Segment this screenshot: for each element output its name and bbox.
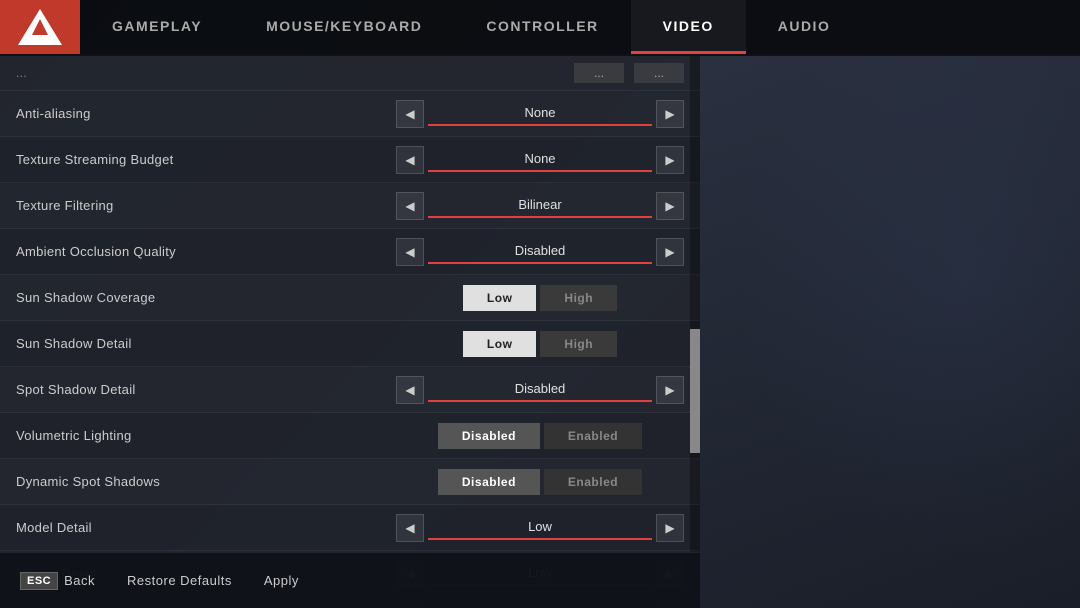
arrow-left-ambient-occlusion[interactable]: ◀ <box>396 238 424 266</box>
control-sun-shadow-detail: Low High <box>396 331 684 357</box>
label-texture-filtering: Texture Filtering <box>16 198 396 213</box>
label-ambient-occlusion: Ambient Occlusion Quality <box>16 244 396 259</box>
label-texture-streaming: Texture Streaming Budget <box>16 152 396 167</box>
control-sun-shadow-coverage: Low High <box>396 285 684 311</box>
btn-low-sun-shadow-coverage[interactable]: Low <box>463 285 537 311</box>
row-spot-shadow-detail: Spot Shadow Detail ◀ Disabled ▶ <box>0 367 700 413</box>
toggle-dynamic-spot-shadows: Disabled Enabled <box>438 469 642 495</box>
row-ambient-occlusion: Ambient Occlusion Quality ◀ Disabled ▶ <box>0 229 700 275</box>
btn-disabled-dynamic-spot-shadows[interactable]: Disabled <box>438 469 540 495</box>
value-texture-filtering: Bilinear <box>428 193 652 218</box>
apex-logo <box>0 0 80 54</box>
tab-mouse-keyboard[interactable]: MOUSE/KEYBOARD <box>234 0 454 54</box>
back-label: Back <box>64 573 95 588</box>
label-sun-shadow-detail: Sun Shadow Detail <box>16 336 396 351</box>
underline-ambient-occlusion <box>428 262 652 264</box>
restore-defaults-button[interactable]: Restore Defaults <box>127 573 232 588</box>
settings-panel: ... ... ... Anti-aliasing ◀ None ▶ <box>0 56 700 608</box>
scrollbar-thumb[interactable] <box>690 329 700 453</box>
label-anti-aliasing: Anti-aliasing <box>16 106 396 121</box>
arrow-left-spot-shadow-detail[interactable]: ◀ <box>396 376 424 404</box>
value-anti-aliasing: None <box>428 101 652 126</box>
arrow-right-model-detail[interactable]: ▶ <box>656 514 684 542</box>
btn-high-sun-shadow-coverage[interactable]: High <box>540 285 617 311</box>
control-ambient-occlusion: ◀ Disabled ▶ <box>396 238 684 266</box>
nav-bar: GAMEPLAY MOUSE/KEYBOARD CONTROLLER VIDEO… <box>0 0 1080 56</box>
underline-texture-filtering <box>428 216 652 218</box>
arrow-right-texture-streaming[interactable]: ▶ <box>656 146 684 174</box>
tab-video[interactable]: VIDEO <box>631 0 746 54</box>
value-ambient-occlusion: Disabled <box>428 239 652 264</box>
tab-audio[interactable]: AUDIO <box>746 0 863 54</box>
btn-low-sun-shadow-detail[interactable]: Low <box>463 331 537 357</box>
toggle-sun-shadow-detail: Low High <box>463 331 617 357</box>
row-volumetric-lighting: Volumetric Lighting Disabled Enabled <box>0 413 700 459</box>
label-dynamic-spot-shadows: Dynamic Spot Shadows <box>16 474 396 489</box>
main-content: ... ... ... Anti-aliasing ◀ None ▶ <box>0 56 1080 608</box>
value-model-detail: Low <box>428 515 652 540</box>
value-texture-streaming: None <box>428 147 652 172</box>
underline-spot-shadow-detail <box>428 400 652 402</box>
underline-texture-streaming <box>428 170 652 172</box>
scrollbar-track[interactable] <box>690 56 700 552</box>
esc-key-label: ESC <box>20 572 58 590</box>
label-spot-shadow-detail: Spot Shadow Detail <box>16 382 396 397</box>
row-sun-shadow-coverage: Sun Shadow Coverage Low High <box>0 275 700 321</box>
control-dynamic-spot-shadows: Disabled Enabled <box>396 469 684 495</box>
control-anti-aliasing: ◀ None ▶ <box>396 100 684 128</box>
underline-model-detail <box>428 538 652 540</box>
tab-controller[interactable]: CONTROLLER <box>454 0 630 54</box>
apply-label: Apply <box>264 573 299 588</box>
settings-list: ... ... ... Anti-aliasing ◀ None ▶ <box>0 56 700 608</box>
arrow-left-texture-filtering[interactable]: ◀ <box>396 192 424 220</box>
arrow-left-model-detail[interactable]: ◀ <box>396 514 424 542</box>
row-dynamic-spot-shadows: Dynamic Spot Shadows Disabled Enabled <box>0 459 700 505</box>
arrow-left-texture-streaming[interactable]: ◀ <box>396 146 424 174</box>
arrow-right-texture-filtering[interactable]: ▶ <box>656 192 684 220</box>
restore-label: Restore Defaults <box>127 573 232 588</box>
tab-gameplay[interactable]: GAMEPLAY <box>80 0 234 54</box>
back-button[interactable]: ESC Back <box>20 572 95 590</box>
partial-label: ... <box>16 66 396 80</box>
control-model-detail: ◀ Low ▶ <box>396 514 684 542</box>
underline-anti-aliasing <box>428 124 652 126</box>
row-texture-streaming: Texture Streaming Budget ◀ None ▶ <box>0 137 700 183</box>
arrow-right-ambient-occlusion[interactable]: ▶ <box>656 238 684 266</box>
nav-tabs: GAMEPLAY MOUSE/KEYBOARD CONTROLLER VIDEO… <box>80 0 1080 54</box>
btn-high-sun-shadow-detail[interactable]: High <box>540 331 617 357</box>
btn-enabled-volumetric-lighting[interactable]: Enabled <box>544 423 642 449</box>
control-volumetric-lighting: Disabled Enabled <box>396 423 684 449</box>
label-model-detail: Model Detail <box>16 520 396 535</box>
partial-box-1: ... <box>574 63 624 83</box>
control-texture-streaming: ◀ None ▶ <box>396 146 684 174</box>
logo-icon <box>18 9 62 45</box>
value-spot-shadow-detail: Disabled <box>428 377 652 402</box>
arrow-left-anti-aliasing[interactable]: ◀ <box>396 100 424 128</box>
row-anti-aliasing: Anti-aliasing ◀ None ▶ <box>0 91 700 137</box>
row-sun-shadow-detail: Sun Shadow Detail Low High <box>0 321 700 367</box>
control-spot-shadow-detail: ◀ Disabled ▶ <box>396 376 684 404</box>
apply-button[interactable]: Apply <box>264 573 299 588</box>
row-model-detail: Model Detail ◀ Low ▶ <box>0 505 700 551</box>
partial-values: ... ... <box>574 63 684 83</box>
toggle-volumetric-lighting: Disabled Enabled <box>438 423 642 449</box>
control-texture-filtering: ◀ Bilinear ▶ <box>396 192 684 220</box>
bottom-bar: ESC Back Restore Defaults Apply <box>0 552 700 608</box>
btn-enabled-dynamic-spot-shadows[interactable]: Enabled <box>544 469 642 495</box>
row-texture-filtering: Texture Filtering ◀ Bilinear ▶ <box>0 183 700 229</box>
label-sun-shadow-coverage: Sun Shadow Coverage <box>16 290 396 305</box>
btn-disabled-volumetric-lighting[interactable]: Disabled <box>438 423 540 449</box>
arrow-right-spot-shadow-detail[interactable]: ▶ <box>656 376 684 404</box>
label-volumetric-lighting: Volumetric Lighting <box>16 428 396 443</box>
arrow-right-anti-aliasing[interactable]: ▶ <box>656 100 684 128</box>
right-area <box>700 56 1080 608</box>
partial-box-2: ... <box>634 63 684 83</box>
toggle-sun-shadow-coverage: Low High <box>463 285 617 311</box>
partial-row: ... ... ... <box>0 56 700 91</box>
